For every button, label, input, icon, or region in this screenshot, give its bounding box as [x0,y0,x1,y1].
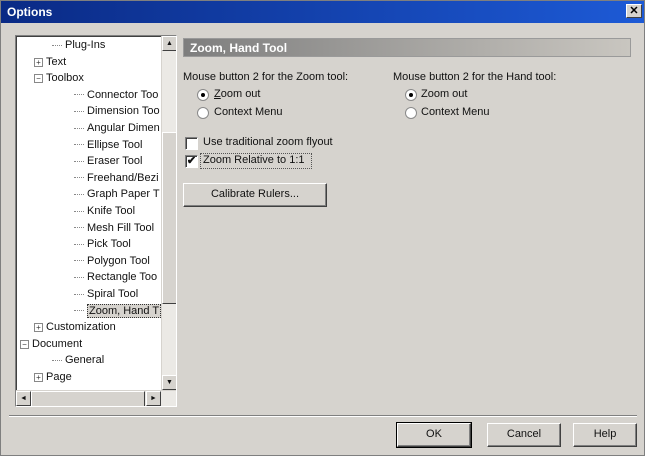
tree-item[interactable]: Dimension Too [74,104,160,119]
tree-connector-icon [74,293,84,295]
window-title: Options [7,5,53,19]
expand-icon[interactable]: + [34,57,43,67]
tree-item-label: Dimension Too [87,105,160,118]
hand-zoom-out-radio[interactable] [405,89,417,101]
tree-connector-icon [74,177,84,179]
tree-connector-icon [74,127,84,129]
tree-item[interactable]: + Customization [34,320,116,335]
tree-item[interactable]: Graph Paper T [74,187,160,202]
tree-list: Plug-Ins + Text − Toolbox Connector Too Dimens… [16,36,162,390]
scroll-up-arrow-icon[interactable]: ▲ [162,36,176,51]
tree-item[interactable]: − Toolbox [34,71,84,86]
tree-item[interactable]: Pick Tool [74,237,131,252]
tree-item-label: Angular Dimen [87,122,160,134]
hand-context-menu-radio[interactable] [405,107,417,119]
tree-item-label: Knife Tool [87,205,136,217]
close-button[interactable]: ✕ [626,4,642,18]
tree-connector-icon [74,243,84,245]
zoom-relative-label[interactable]: Zoom Relative to 1:1 [203,154,305,166]
tree-item-label: Plug-Ins [65,39,106,51]
tree-item[interactable]: Zoom, Hand T [74,303,162,319]
tree-connector-icon [74,310,84,312]
zoom-out-radio[interactable] [197,89,209,101]
tree-item[interactable]: Plug-Ins [52,38,105,53]
tree-connector-icon [52,44,62,46]
tree-connector-icon [74,110,84,112]
tree-item[interactable]: − Document [20,337,82,352]
scroll-left-arrow-icon[interactable]: ◄ [16,391,31,406]
tree-item[interactable]: + Page [34,370,72,385]
zoom-relative-checkbox[interactable]: ✔ [185,155,198,168]
context-menu-radio-label[interactable]: Context Menu [214,106,282,118]
category-tree[interactable]: Plug-Ins + Text − Toolbox Connector Too Dimens… [15,35,177,407]
tree-connector-icon [74,144,84,146]
tree-item-label: Graph Paper T [87,188,160,201]
traditional-zoom-checkbox[interactable] [185,137,198,150]
title-bar: Options ✕ [1,1,644,23]
ok-button[interactable]: OK [396,422,472,448]
section-header: Zoom, Hand Tool [183,38,631,57]
collapse-icon[interactable]: − [20,339,29,349]
help-button[interactable]: Help [573,423,637,447]
tree-connector-icon [74,260,84,262]
footer-divider [9,415,637,417]
collapse-icon[interactable]: − [34,74,43,84]
tree-item-label: Eraser Tool [87,155,143,168]
horizontal-scroll-thumb[interactable] [31,391,145,406]
cancel-button[interactable]: Cancel [487,423,561,447]
tree-item[interactable]: Eraser Tool [74,154,142,169]
tree-item[interactable]: + Text [34,55,66,70]
tree-item[interactable]: Ellipse Tool [74,138,142,153]
hand-context-menu-radio-label[interactable]: Context Menu [421,106,489,118]
tree-vertical-scrollbar[interactable]: ▲ ▼ [161,36,176,390]
tree-connector-icon [74,227,84,229]
zoom-out-radio-label[interactable]: Zoom out [214,88,260,100]
tree-item[interactable]: Connector Too [74,88,158,103]
tree-connector-icon [74,94,84,96]
context-menu-radio[interactable] [197,107,209,119]
vertical-scroll-thumb[interactable] [162,132,176,304]
tree-item-label: Document [32,337,83,350]
tree-connector-icon [74,210,84,212]
tree-item[interactable]: Spiral Tool [74,287,138,302]
tree-item[interactable]: Mesh Fill Tool [74,221,154,236]
tree-item-label: Page [46,371,72,383]
tree-item-label: Ellipse Tool [87,138,143,151]
tree-connector-icon [74,160,84,162]
tree-horizontal-scrollbar[interactable]: ◄ ► [16,390,176,406]
tree-item-label: General [65,354,105,367]
expand-icon[interactable]: + [34,323,43,333]
hand-zoom-out-radio-label[interactable]: Zoom out [421,88,467,100]
tree-item[interactable]: Freehand/Bezi [74,171,159,186]
hand-tool-group-label: Mouse button 2 for the Hand tool: [393,71,557,83]
tree-item[interactable]: Rectangle Too [74,270,157,285]
tree-item-label: Spiral Tool [87,288,139,300]
expand-icon[interactable]: + [34,373,43,382]
calibrate-rulers-button[interactable]: Calibrate Rulers... [183,183,327,207]
tree-item-label: Pick Tool [87,238,131,251]
traditional-zoom-label[interactable]: Use traditional zoom flyout [203,136,333,148]
zoom-tool-group-label: Mouse button 2 for the Zoom tool: [183,71,349,83]
tree-item[interactable]: Polygon Tool [74,254,150,269]
tree-item-label: Text [46,55,67,68]
tree-item-label: Freehand/Bezi [87,171,159,184]
scroll-right-arrow-icon[interactable]: ► [146,391,161,406]
tree-item-label: Rectangle Too [87,271,158,284]
tree-connector-icon [74,276,84,278]
tree-connector-icon [74,193,84,195]
tree-item[interactable]: General [52,353,104,368]
tree-item-label: Toolbox [46,72,84,85]
tree-item-label: Connector Too [87,88,159,101]
tree-item-label: Mesh Fill Tool [87,221,155,234]
tree-connector-icon [52,359,62,361]
tree-item[interactable]: Angular Dimen [74,121,160,136]
tree-item[interactable]: Knife Tool [74,204,135,219]
tree-item-label: Customization [46,321,116,334]
tree-item-label: Zoom, Hand T [87,303,162,318]
options-dialog: Options ✕ Plug-Ins + Text − Toolbox Connector… [0,0,645,456]
tree-item-label: Polygon Tool [87,254,150,267]
scroll-down-arrow-icon[interactable]: ▼ [162,375,176,390]
